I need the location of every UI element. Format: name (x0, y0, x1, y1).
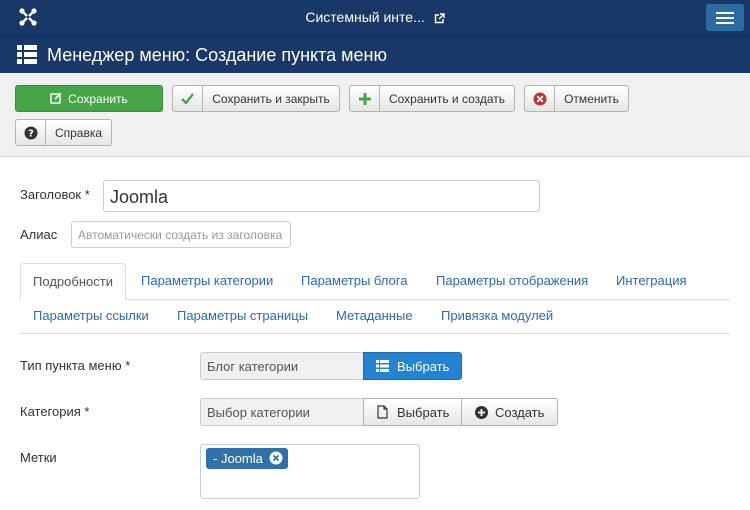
tab-display-options[interactable]: Параметры отображения (436, 273, 588, 288)
tab-page-display[interactable]: Параметры страницы (177, 308, 308, 323)
hamburger-icon (716, 12, 734, 14)
plus-circle-icon (475, 406, 488, 419)
save-button-label: Сохранить (68, 92, 128, 106)
list-icon (17, 45, 37, 64)
cancel-icon (533, 92, 546, 105)
menu-toggle-button[interactable] (706, 4, 744, 31)
cancel-label: Отменить (564, 92, 619, 106)
toolbar: Сохранить Сохранить и закрыть Сохранить … (0, 73, 750, 157)
svg-text:?: ? (28, 128, 34, 139)
list-icon (376, 360, 389, 372)
tag-chip-label: - Joomla (213, 451, 263, 466)
save-close-label: Сохранить и закрыть (212, 92, 330, 106)
tab-link-options[interactable]: Параметры ссылки (33, 308, 149, 323)
save-new-button[interactable]: Сохранить и создать (349, 85, 515, 112)
menu-type-select-button[interactable]: Выбрать (363, 352, 462, 380)
site-title-text[interactable]: Системный инте... (305, 9, 424, 25)
menu-type-field: Блог категории (200, 352, 364, 380)
category-label: Категория * (20, 404, 90, 419)
cancel-button[interactable]: Отменить (524, 85, 629, 112)
tab-metadata[interactable]: Метаданные (336, 308, 413, 323)
remove-tag-icon[interactable] (269, 451, 283, 465)
tab-module-assignment[interactable]: Привязка модулей (441, 308, 553, 323)
category-select-label: Выбрать (397, 405, 450, 420)
page-title: Менеджер меню: Создание пункта меню (47, 45, 387, 65)
category-create-label: Создать (495, 405, 545, 420)
category-field: Выбор категории (200, 398, 364, 426)
external-link-icon (434, 13, 445, 23)
help-button[interactable]: ? Справка (15, 119, 112, 146)
save-close-button[interactable]: Сохранить и закрыть (172, 85, 340, 112)
plus-icon (358, 92, 371, 105)
title-input[interactable]: Joomla (103, 180, 540, 212)
admin-topbar: Системный инте... (0, 0, 750, 35)
check-icon (181, 93, 194, 104)
tag-chip: - Joomla (206, 448, 288, 469)
tab-details[interactable]: Подробности (20, 263, 126, 300)
help-label: Справка (54, 126, 103, 140)
tab-blog-options[interactable]: Параметры блога (301, 273, 407, 288)
menu-type-label: Тип пункта меню * (20, 358, 131, 373)
page-header: Менеджер меню: Создание пункта меню (0, 35, 750, 73)
tabs-divider (20, 299, 730, 300)
menu-type-select-label: Выбрать (397, 359, 450, 374)
save-new-label: Сохранить и создать (388, 92, 506, 106)
tags-label: Метки (20, 450, 57, 465)
tabs-bottom-divider (20, 333, 730, 334)
title-label: Заголовок * (20, 187, 90, 202)
tab-integration[interactable]: Интеграция (616, 273, 687, 288)
file-icon (377, 405, 388, 419)
tab-category-options[interactable]: Параметры категории (141, 273, 273, 288)
edit-icon (50, 92, 62, 104)
category-select-button[interactable]: Выбрать (363, 398, 462, 426)
alias-label: Алиас (20, 227, 58, 242)
help-icon: ? (24, 126, 37, 139)
site-title-link[interactable]: Системный инте... (0, 9, 750, 25)
save-button[interactable]: Сохранить (15, 85, 163, 112)
alias-input[interactable]: Автоматически создать из заголовка (71, 221, 291, 248)
category-create-button[interactable]: Создать (461, 398, 558, 426)
